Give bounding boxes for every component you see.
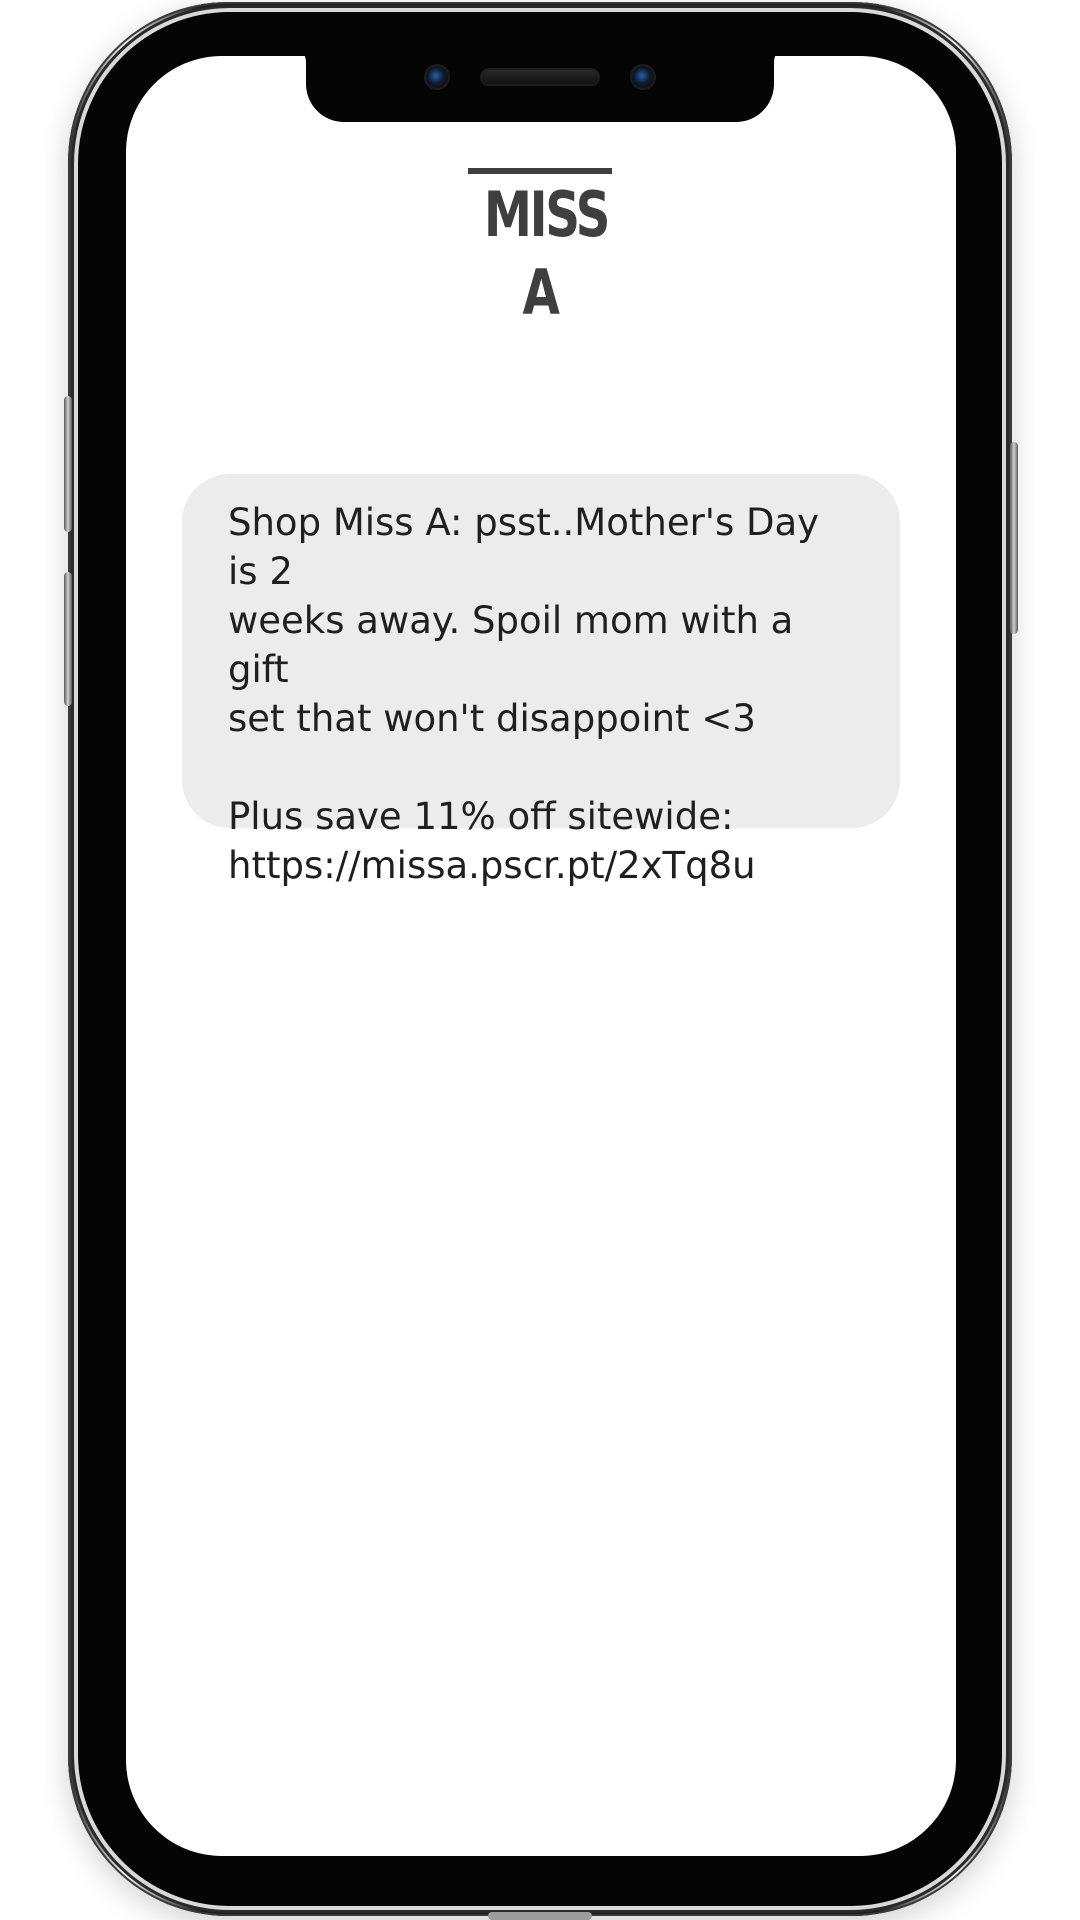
sensor-icon	[632, 66, 654, 88]
home-indicator	[488, 1912, 592, 1920]
sms-message-text: Shop Miss A: psst..Mother's Day is 2 wee…	[228, 501, 820, 887]
power-button	[1010, 442, 1018, 634]
mute-switch	[64, 396, 72, 532]
volume-down-button	[64, 572, 72, 706]
speaker-grille-icon	[482, 70, 598, 84]
brand-logo-text: MISS A	[483, 178, 611, 329]
logo-top-bar	[468, 168, 612, 174]
brand-logo: MISS A	[468, 168, 612, 329]
sms-message-bubble[interactable]: Shop Miss A: psst..Mother's Day is 2 wee…	[182, 474, 900, 887]
camera-icon	[426, 66, 448, 88]
phone-notch	[306, 46, 774, 122]
